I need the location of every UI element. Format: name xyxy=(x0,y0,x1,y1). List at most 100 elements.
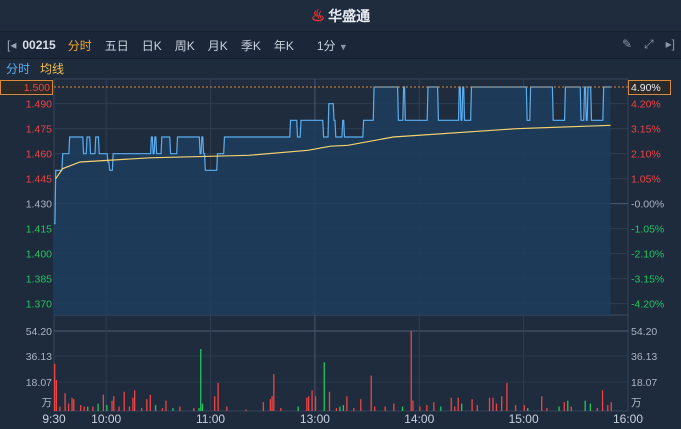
volume-bar xyxy=(346,396,348,411)
time-axis-label: 9:30 xyxy=(42,412,66,426)
volume-bar xyxy=(433,402,435,411)
volume-unit-label: 万 xyxy=(631,397,642,409)
volume-bar xyxy=(461,403,463,411)
time-axis-label: 15:00 xyxy=(509,412,539,426)
volume-bar xyxy=(610,402,612,411)
volume-bar xyxy=(419,406,421,411)
pct-axis-label: 2.10% xyxy=(631,149,661,161)
volume-bar xyxy=(269,399,271,411)
volume-bar xyxy=(311,390,313,411)
volume-bar xyxy=(607,405,609,411)
volume-bar xyxy=(83,406,85,411)
volume-bar xyxy=(245,409,247,411)
volume-bar xyxy=(226,406,228,411)
volume-bar xyxy=(506,382,508,411)
volume-bar xyxy=(111,400,113,411)
volume-bar xyxy=(217,382,219,411)
volume-bar xyxy=(370,375,372,411)
volume-bar xyxy=(106,405,108,411)
volume-bar xyxy=(306,397,308,411)
volume-bar xyxy=(307,396,310,411)
pct-axis-label: 4.20% xyxy=(631,99,661,111)
volume-bar xyxy=(273,374,275,411)
price-axis-label: 1.430 xyxy=(26,199,52,211)
volume-bar xyxy=(440,406,442,411)
volume-bar xyxy=(55,380,58,411)
volume-bar xyxy=(80,405,82,411)
volume-bar xyxy=(149,394,151,411)
time-axis-label: 11:00 xyxy=(196,412,225,426)
volume-bar xyxy=(118,406,120,411)
pct-axis-label: -3.15% xyxy=(631,274,664,286)
volume-bar xyxy=(92,406,94,411)
price-axis-label: 1.370 xyxy=(26,299,52,311)
time-axis-label: 10:00 xyxy=(91,412,121,426)
price-axis-label: 1.400 xyxy=(26,249,52,261)
volume-bar xyxy=(71,397,73,411)
volume-axis-label: 36.13 xyxy=(26,351,52,363)
volume-bar xyxy=(514,405,517,411)
volume-bar xyxy=(450,397,452,411)
volume-bar xyxy=(161,408,164,411)
pct-axis-label: -2.10% xyxy=(631,249,664,261)
price-axis-label: 1.445 xyxy=(26,174,52,186)
volume-bar xyxy=(426,405,428,411)
pct-axis-label: 4.90% xyxy=(631,82,661,94)
volume-bar xyxy=(193,408,195,411)
volume-bar xyxy=(146,399,148,411)
volume-bar xyxy=(102,394,105,411)
volume-bar xyxy=(596,408,598,411)
pct-axis-label: -4.20% xyxy=(631,299,664,311)
volume-bar xyxy=(97,403,99,411)
volume-bar xyxy=(154,405,157,411)
price-axis-label: 1.490 xyxy=(26,99,52,111)
price-axis-label: 1.460 xyxy=(26,149,52,161)
volume-bar xyxy=(67,403,70,411)
volume-bar xyxy=(384,406,386,411)
volume-bar xyxy=(54,363,56,411)
volume-axis-label: 18.07 xyxy=(26,377,52,389)
volume-bar xyxy=(134,390,136,411)
volume-bar xyxy=(280,408,282,411)
volume-bar xyxy=(454,406,456,411)
volume-bar xyxy=(59,406,61,411)
volume-bar xyxy=(410,331,412,411)
price-axis-label: 1.475 xyxy=(26,124,52,136)
volume-bar xyxy=(393,403,395,411)
volume-axis-label: 36.13 xyxy=(631,351,657,363)
volume-bar xyxy=(271,396,273,411)
volume-bar xyxy=(132,397,134,411)
volume-bar xyxy=(353,408,355,411)
volume-bar xyxy=(342,405,345,411)
volume-bar xyxy=(567,400,569,411)
volume-bar xyxy=(546,408,548,411)
volume-bar xyxy=(360,399,362,411)
volume-bar xyxy=(558,406,560,411)
volume-bar xyxy=(128,406,131,411)
volume-bar xyxy=(262,402,265,411)
volume-bar xyxy=(492,397,494,411)
pct-axis-label: 1.05% xyxy=(631,174,661,186)
volume-axis-label: 18.07 xyxy=(631,377,657,389)
volume-bar xyxy=(584,400,586,411)
volume-bar xyxy=(323,362,325,411)
volume-bar xyxy=(527,408,529,411)
volume-bar xyxy=(471,399,473,411)
volume-bar xyxy=(87,406,89,411)
intraday-chart: 1.500 1.490 1.475 1.460 1.445 1.430 1.415 1.400… xyxy=(0,78,671,426)
pct-axis-label: -0.00% xyxy=(631,199,664,211)
volume-bar xyxy=(198,408,200,411)
volume-bar xyxy=(495,403,498,411)
volume-bar xyxy=(523,405,525,411)
price-axis-label: 1.500 xyxy=(24,82,50,94)
volume-bar xyxy=(314,396,317,411)
volume-bar xyxy=(297,406,299,411)
pct-axis-label: 3.15% xyxy=(631,124,661,136)
volume-bar xyxy=(541,396,543,411)
volume-bar xyxy=(570,406,572,411)
volume-bar xyxy=(200,349,202,411)
volume-bar xyxy=(123,391,125,411)
volume-bar xyxy=(457,397,459,411)
volume-bar xyxy=(201,403,204,411)
volume-bar xyxy=(214,396,216,411)
